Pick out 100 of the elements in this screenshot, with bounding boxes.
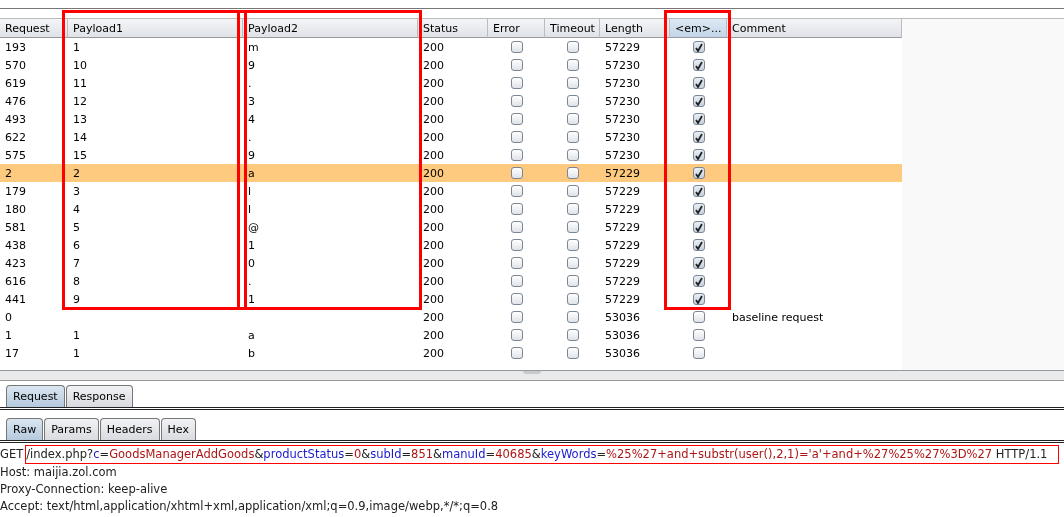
table-cell-text: 4 <box>247 111 256 128</box>
table-cell-text: 57230 <box>604 147 641 164</box>
table-cell-text: 622 <box>4 129 27 146</box>
table-cell-text: 200 <box>422 219 445 236</box>
table-cell-text: 200 <box>422 111 445 128</box>
table-cell-text: 1 <box>72 327 81 344</box>
tab[interactable]: Headers <box>99 418 160 440</box>
column-header[interactable]: Length <box>600 18 670 38</box>
checkbox[interactable] <box>566 275 579 287</box>
checkbox[interactable] <box>566 113 579 125</box>
checkbox[interactable] <box>692 59 705 71</box>
checkbox[interactable] <box>566 77 579 89</box>
checkbox[interactable] <box>510 257 523 269</box>
checkbox[interactable] <box>510 239 523 251</box>
table-cell-text: 200 <box>422 129 445 146</box>
checkbox[interactable] <box>692 257 705 269</box>
checkbox[interactable] <box>566 347 579 359</box>
checkbox[interactable] <box>510 59 523 71</box>
checkbox[interactable] <box>692 347 705 359</box>
checkbox[interactable] <box>692 275 705 287</box>
checkbox[interactable] <box>692 293 705 305</box>
table-cell-text: l <box>247 183 253 200</box>
checkbox[interactable] <box>692 113 705 125</box>
checkbox[interactable] <box>566 167 579 179</box>
column-header[interactable]: Payload2 <box>243 18 418 38</box>
table-cell: 200 <box>418 164 488 182</box>
table-cell-text: 14 <box>72 129 88 146</box>
checkbox[interactable] <box>510 185 523 197</box>
checkbox[interactable] <box>510 41 523 53</box>
tab[interactable]: Params <box>44 418 99 440</box>
column-header[interactable]: Timeout <box>545 18 600 38</box>
checkbox[interactable] <box>566 257 579 269</box>
checkbox[interactable] <box>510 167 523 179</box>
table-cell-text: 57230 <box>604 93 641 110</box>
checkbox[interactable] <box>566 293 579 305</box>
checkbox[interactable] <box>692 41 705 53</box>
column-header[interactable]: <em>... <box>670 18 727 38</box>
checkbox[interactable] <box>566 131 579 143</box>
table-cell-text: 57229 <box>604 39 641 56</box>
checkbox[interactable] <box>692 221 705 233</box>
checkbox[interactable] <box>566 329 579 341</box>
column-header[interactable]: Status <box>418 18 488 38</box>
table-cell-text: 10 <box>72 57 88 74</box>
table-cell-text: 57229 <box>604 183 641 200</box>
table-cell: a <box>243 164 418 182</box>
table-cell-text: 53036 <box>604 309 641 326</box>
table-cell-text: 438 <box>4 237 27 254</box>
checkbox[interactable] <box>510 311 523 323</box>
tab[interactable]: Response <box>65 385 133 407</box>
checkbox[interactable] <box>510 149 523 161</box>
checkbox[interactable] <box>692 131 705 143</box>
checkbox[interactable] <box>566 59 579 71</box>
column-header[interactable]: Request <box>0 18 68 38</box>
table-cell-text: . <box>247 129 253 146</box>
checkbox[interactable] <box>510 347 523 359</box>
checkbox[interactable] <box>692 95 705 107</box>
table-cell-text: 57229 <box>604 201 641 218</box>
checkbox[interactable] <box>566 221 579 233</box>
checkbox[interactable] <box>566 149 579 161</box>
checkbox[interactable] <box>692 311 705 323</box>
table-cell-text: 476 <box>4 93 27 110</box>
column-header[interactable]: Error <box>488 18 545 38</box>
checkbox[interactable] <box>692 185 705 197</box>
table-cell-text: @ <box>247 219 260 236</box>
checkbox[interactable] <box>692 239 705 251</box>
checkbox[interactable] <box>692 167 705 179</box>
checkbox[interactable] <box>510 77 523 89</box>
request-line: /index.php?c=GoodsManagerAddGoods&productStatus=0&subId=851&manuId=40685&keyWords=%25%27+and+substr(user(),2,1)='a'+and+%27%25%27%3D%27 HTTP/1.1 <box>26 446 1049 463</box>
checkbox[interactable] <box>566 95 579 107</box>
tab[interactable]: Hex <box>160 418 196 440</box>
table-cell-text: 1 <box>4 327 13 344</box>
table-cell-text: . <box>247 273 253 290</box>
column-header[interactable]: Payload1 <box>68 18 243 38</box>
checkbox[interactable] <box>566 311 579 323</box>
checkbox[interactable] <box>510 113 523 125</box>
table-cell-text: 57229 <box>604 237 641 254</box>
checkbox[interactable] <box>692 329 705 341</box>
checkbox[interactable] <box>566 239 579 251</box>
checkbox[interactable] <box>692 203 705 215</box>
checkbox[interactable] <box>692 77 705 89</box>
tab[interactable]: Raw <box>6 418 44 440</box>
checkbox[interactable] <box>510 221 523 233</box>
table-cell-text: 180 <box>4 201 27 218</box>
column-header[interactable]: Comment <box>727 18 902 38</box>
checkbox[interactable] <box>566 41 579 53</box>
table-cell-text: 57230 <box>604 57 641 74</box>
checkbox[interactable] <box>510 95 523 107</box>
table-cell-text: 9 <box>247 57 256 74</box>
checkbox[interactable] <box>510 131 523 143</box>
checkbox[interactable] <box>692 149 705 161</box>
checkbox[interactable] <box>566 203 579 215</box>
checkbox[interactable] <box>510 203 523 215</box>
table-cell-text: 200 <box>422 237 445 254</box>
checkbox[interactable] <box>510 275 523 287</box>
checkbox[interactable] <box>566 185 579 197</box>
checkbox[interactable] <box>510 293 523 305</box>
table-cell-text: 53036 <box>604 327 641 344</box>
checkbox[interactable] <box>510 329 523 341</box>
table-cell-text: 200 <box>422 75 445 92</box>
tab[interactable]: Request <box>6 385 65 407</box>
